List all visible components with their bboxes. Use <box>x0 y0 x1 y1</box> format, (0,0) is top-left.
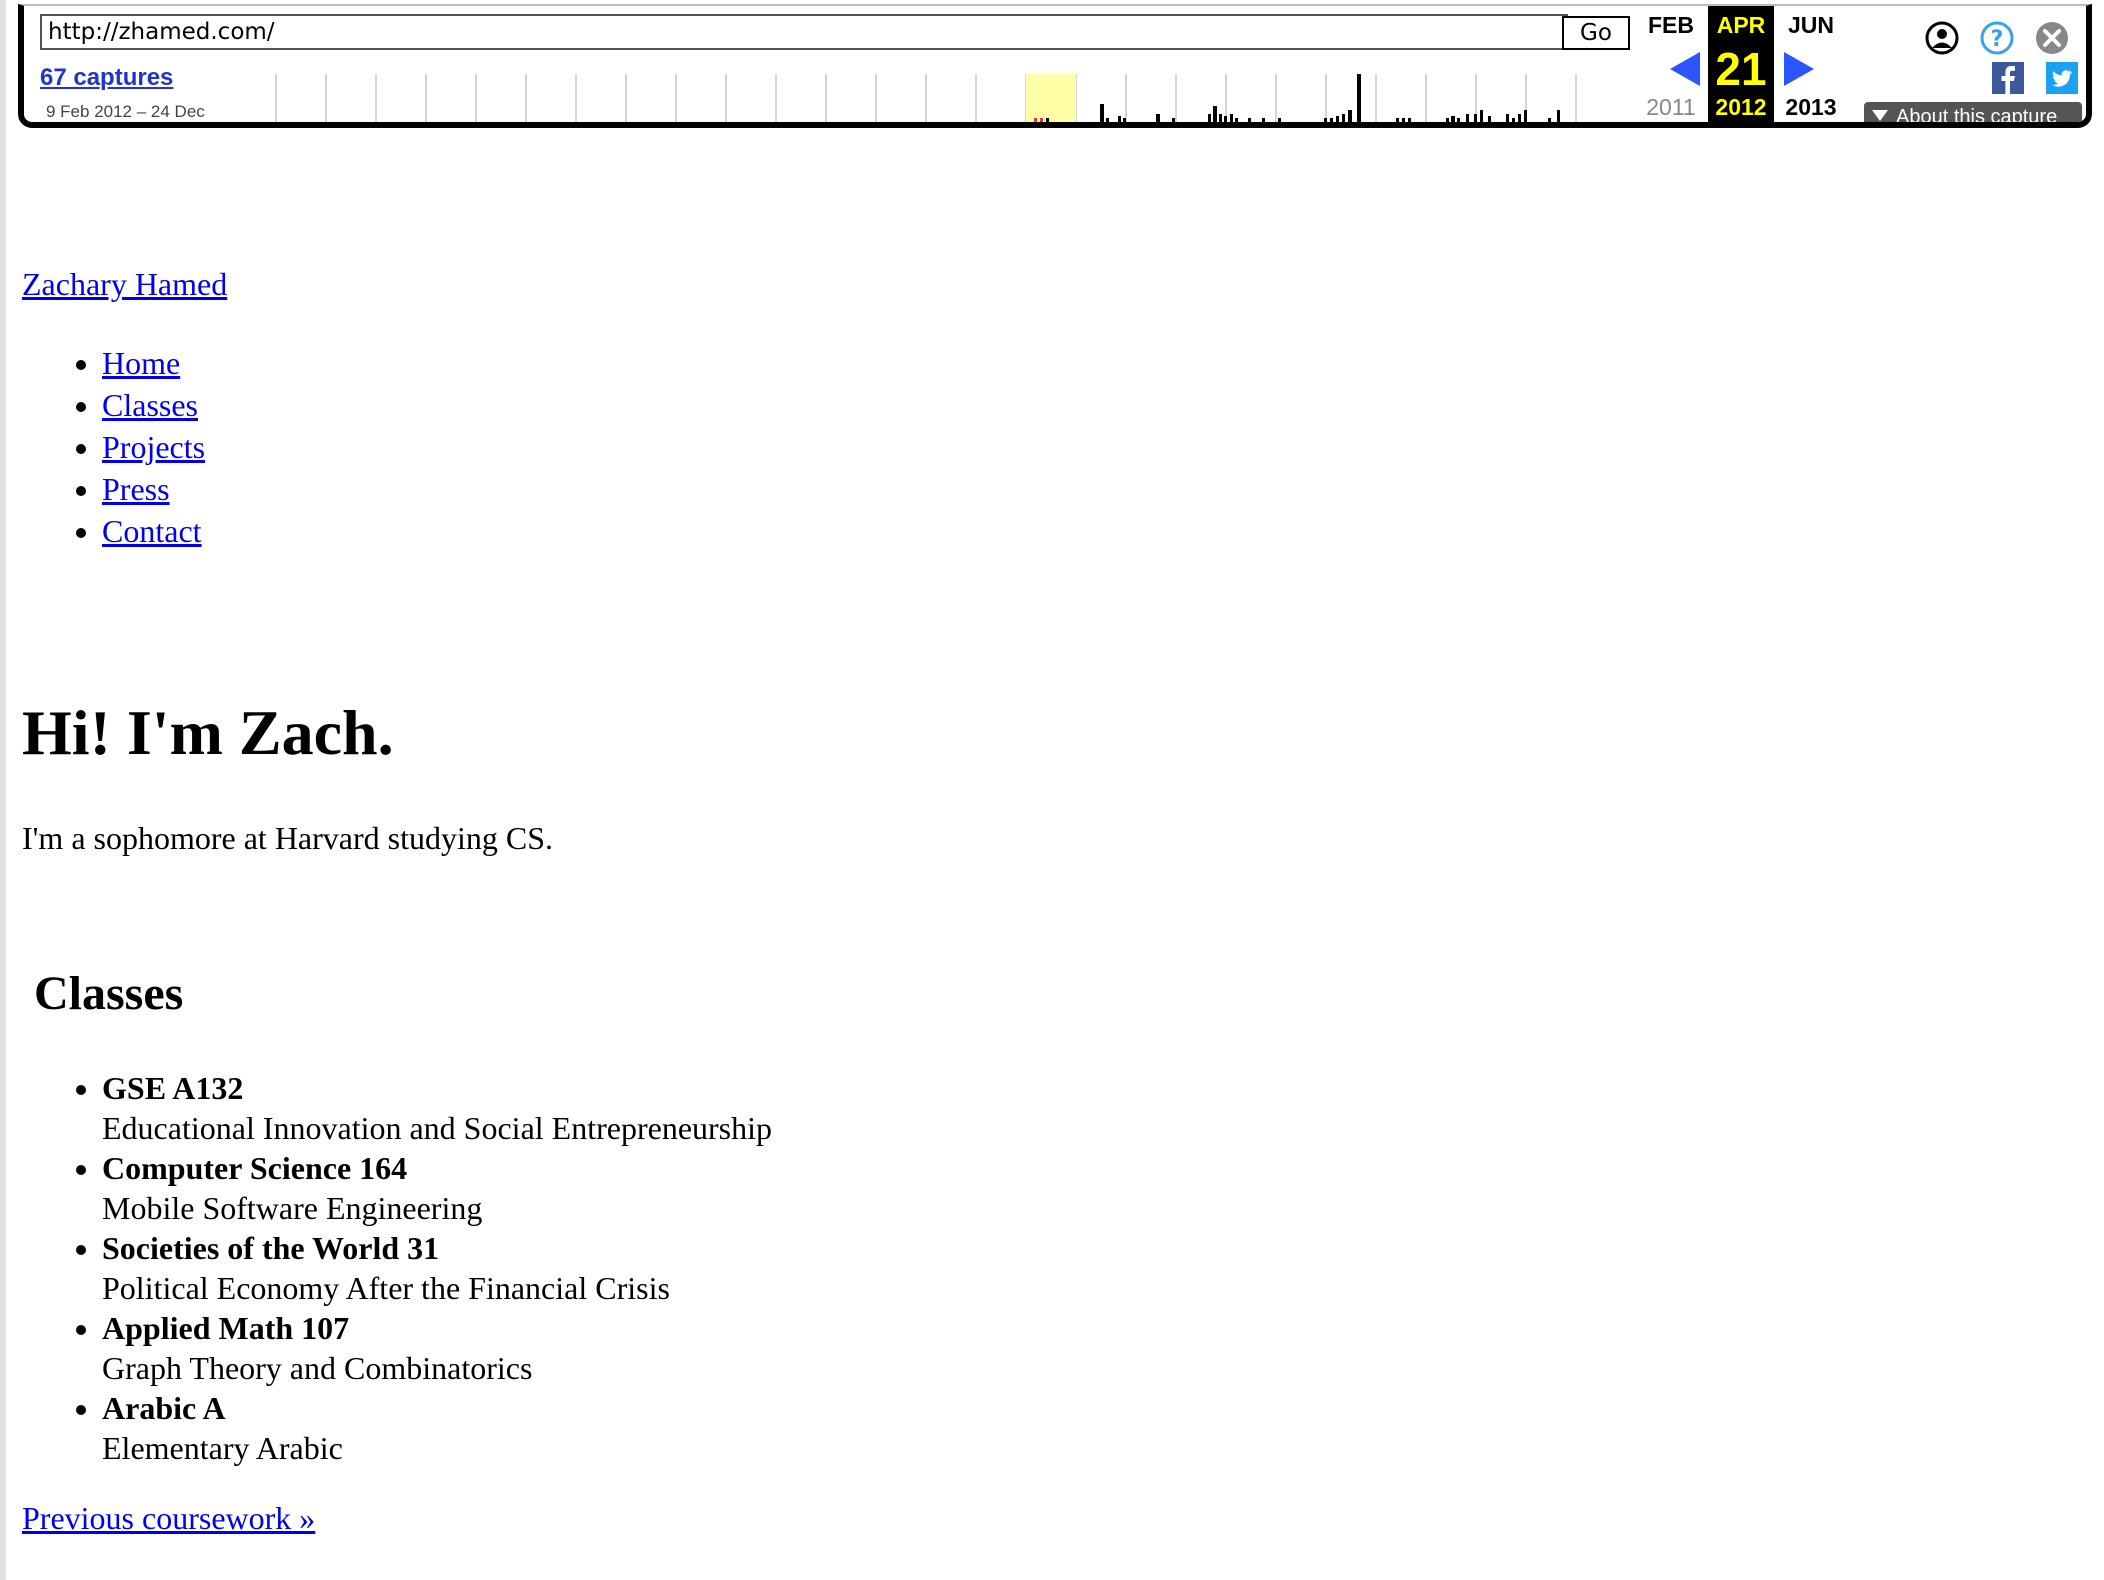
current-month-highlight <box>1026 74 1076 122</box>
class-name: Mobile Software Engineering <box>102 1190 483 1226</box>
class-code: Arabic A <box>102 1390 226 1426</box>
capture-date-range: 9 Feb 2012 – 24 Dec <box>46 102 205 121</box>
help-icon[interactable]: ? <box>1979 20 2015 56</box>
current-day: 21 <box>1715 43 1767 95</box>
current-month: APR <box>1716 12 1766 38</box>
site-title-link[interactable]: Zachary Hamed <box>22 266 227 303</box>
class-item: Computer Science 164 Mobile Software Eng… <box>102 1148 772 1228</box>
nav-link-projects[interactable]: Projects <box>102 429 205 465</box>
classes-heading: Classes <box>34 967 184 1020</box>
next-arrow-icon[interactable] <box>1784 52 1814 86</box>
class-code: Computer Science 164 <box>102 1150 408 1186</box>
class-name: Educational Innovation and Social Entrep… <box>102 1110 773 1146</box>
classes-list: GSE A132 Educational Innovation and Soci… <box>22 1068 772 1468</box>
prev-year-link[interactable]: 2011 <box>1636 94 1706 121</box>
class-code: Societies of the World 31 <box>102 1230 440 1266</box>
current-year: 2012 <box>1715 94 1767 120</box>
class-code: Applied Math 107 <box>102 1310 350 1346</box>
previous-coursework-link[interactable]: Previous coursework » <box>22 1500 315 1537</box>
nav-item-contact: Contact <box>102 510 205 552</box>
captures-link[interactable]: 67 captures <box>40 64 173 92</box>
nav-item-home: Home <box>102 342 205 384</box>
wayback-toolbar: Go <box>18 4 2092 128</box>
triangle-down-icon <box>1872 110 1888 121</box>
class-name: Political Economy After the Financial Cr… <box>102 1270 670 1306</box>
class-item: GSE A132 Educational Innovation and Soci… <box>102 1068 772 1148</box>
next-year-link[interactable]: 2013 <box>1776 94 1846 121</box>
about-capture-button[interactable]: About this capture <box>1864 102 2082 128</box>
prev-arrow-icon[interactable] <box>1670 52 1700 86</box>
class-item: Arabic A Elementary Arabic <box>102 1388 772 1468</box>
class-name: Graph Theory and Combinatorics <box>102 1350 533 1386</box>
about-capture-label: About this capture <box>1896 106 2058 128</box>
class-code: GSE A132 <box>102 1070 244 1106</box>
nav-link-home[interactable]: Home <box>102 345 180 381</box>
class-name: Elementary Arabic <box>102 1430 343 1466</box>
nav-item-projects: Projects <box>102 426 205 468</box>
next-month-link[interactable]: JUN <box>1776 12 1846 39</box>
url-input[interactable] <box>40 14 1568 50</box>
facebook-icon[interactable] <box>1992 62 2024 94</box>
hero-text: I'm a sophomore at Harvard studying CS. <box>22 820 554 856</box>
capture-bars <box>1034 74 1560 122</box>
user-icon[interactable] <box>1924 20 1960 56</box>
go-button[interactable]: Go <box>1562 16 1630 50</box>
hero-title: Hi! I'm Zach. <box>22 697 394 768</box>
nav-link-press[interactable]: Press <box>102 471 170 507</box>
nav-link-contact[interactable]: Contact <box>102 513 202 549</box>
class-item: Societies of the World 31 Political Econ… <box>102 1228 772 1308</box>
nav-item-classes: Classes <box>102 384 205 426</box>
nav-menu: Home Classes Projects Press Contact <box>22 342 205 552</box>
twitter-icon[interactable] <box>2046 62 2078 94</box>
capture-sparkline[interactable] <box>24 70 1584 126</box>
class-item: Applied Math 107 Graph Theory and Combin… <box>102 1308 772 1388</box>
close-icon[interactable] <box>2034 20 2070 56</box>
prev-month-link[interactable]: FEB <box>1636 12 1706 39</box>
sparkline-grid <box>275 74 1577 122</box>
nav-link-classes[interactable]: Classes <box>102 387 198 423</box>
nav-item-press: Press <box>102 468 205 510</box>
left-rail <box>0 0 6 1580</box>
svg-text:?: ? <box>1991 27 2004 52</box>
